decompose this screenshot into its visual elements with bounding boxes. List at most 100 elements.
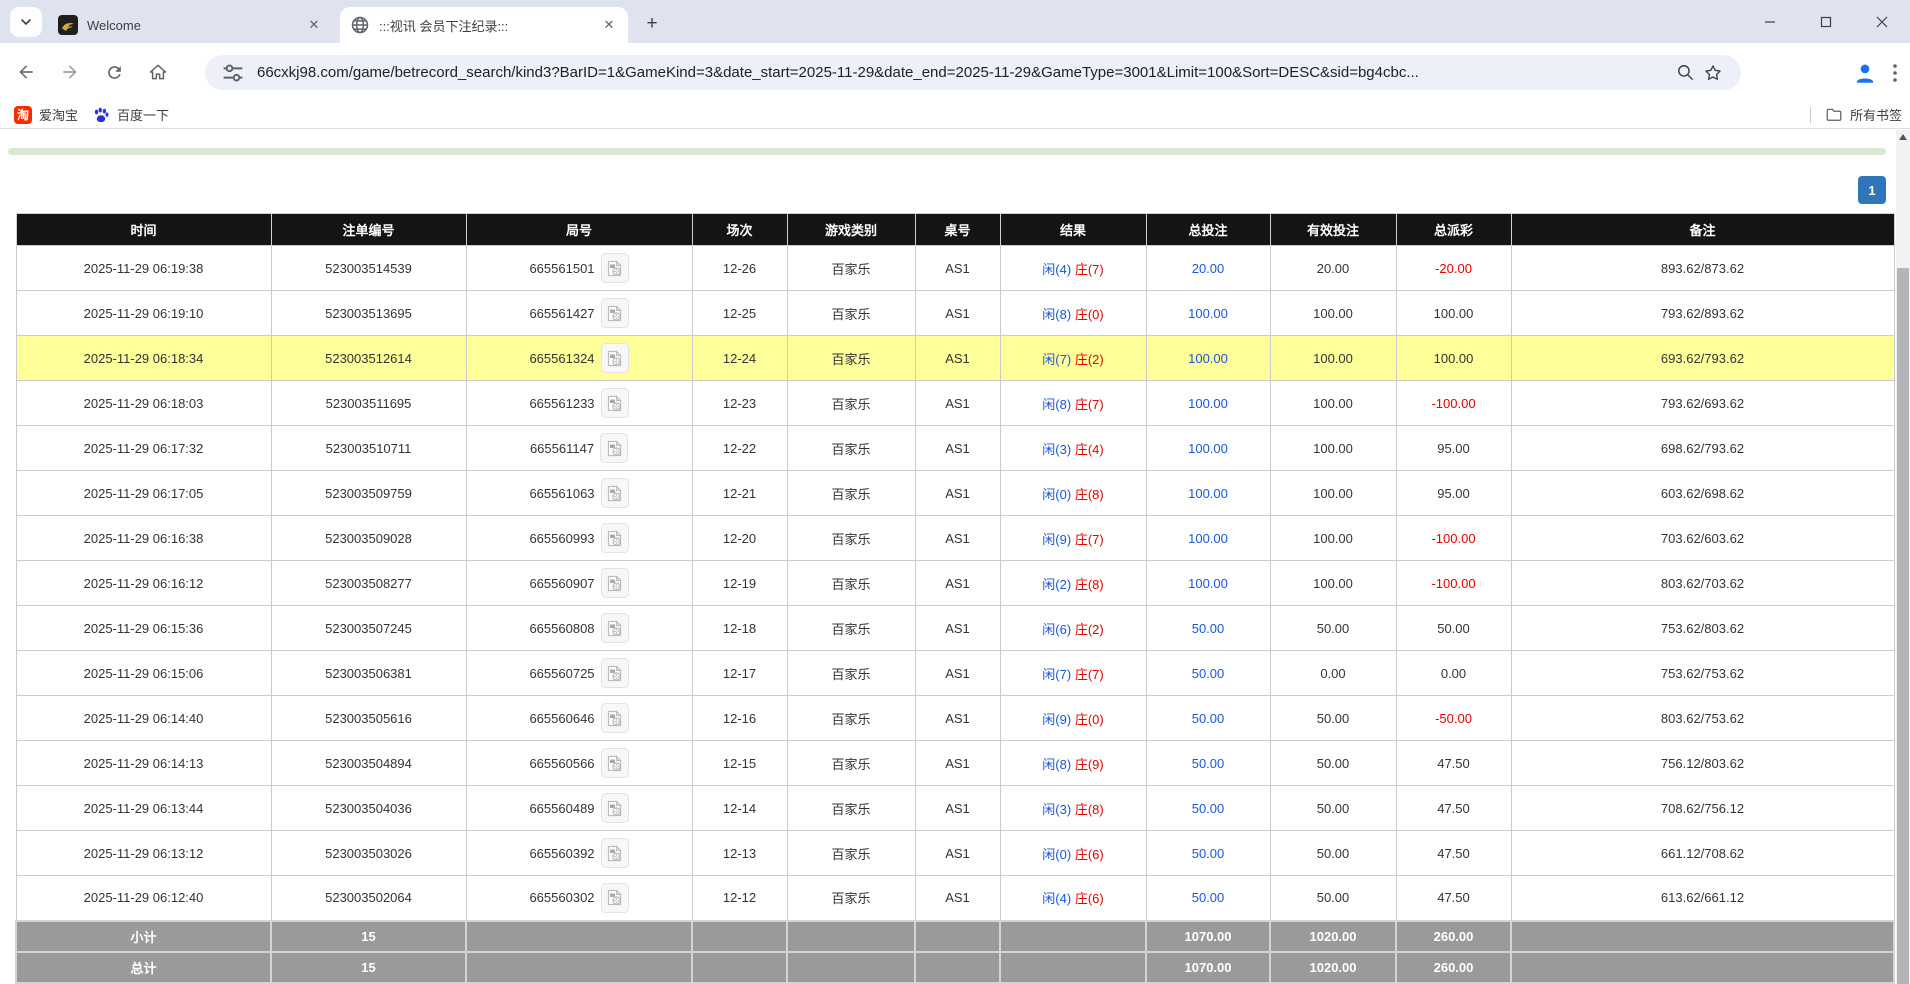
cell-game-type: 百家乐 — [787, 876, 915, 921]
table-row[interactable]: 2025-11-29 06:17:05523003509759665561063… — [16, 471, 1894, 516]
bookmark-baidu[interactable]: 百度一下 — [92, 105, 169, 124]
table-row[interactable]: 2025-11-29 06:15:36523003507245665560808… — [16, 606, 1894, 651]
result-player: 闲(7) — [1042, 667, 1071, 682]
tab-close-icon[interactable]: ✕ — [305, 16, 323, 34]
video-replay-button[interactable] — [601, 883, 629, 913]
table-row[interactable]: 2025-11-29 06:13:44523003504036665560489… — [16, 786, 1894, 831]
cell-time: 2025-11-29 06:16:12 — [16, 561, 271, 606]
video-replay-button[interactable] — [601, 253, 629, 283]
bookmark-star-icon[interactable] — [1699, 59, 1727, 87]
video-file-icon — [607, 665, 622, 682]
cell-total-bet: 50.00 — [1146, 741, 1270, 786]
cell-result: 闲(4) 庄(6) — [1000, 876, 1146, 921]
tab-search-button[interactable] — [10, 7, 42, 37]
cell-table-no: AS1 — [915, 786, 1000, 831]
video-replay-button[interactable] — [601, 523, 629, 553]
cell-session: 12-17 — [692, 651, 787, 696]
bookmark-taobao[interactable]: 淘 爱淘宝 — [14, 105, 78, 124]
new-tab-button[interactable]: + — [638, 10, 666, 38]
tab-welcome[interactable]: Welcome ✕ — [48, 7, 333, 43]
back-button[interactable] — [8, 54, 44, 90]
video-replay-button[interactable] — [601, 388, 629, 418]
video-replay-button[interactable] — [600, 433, 628, 463]
video-replay-button[interactable] — [601, 568, 629, 598]
table-row[interactable]: 2025-11-29 06:18:34523003512614665561324… — [16, 336, 1894, 381]
video-replay-button[interactable] — [601, 298, 629, 328]
video-replay-button[interactable] — [601, 658, 629, 688]
video-file-icon — [607, 710, 622, 727]
video-file-icon — [607, 350, 622, 367]
video-file-icon — [607, 755, 622, 772]
table-row[interactable]: 2025-11-29 06:12:40523003502064665560302… — [16, 876, 1894, 921]
browser-window: Welcome ✕ :::视讯 会员下注纪录::: ✕ + — [0, 0, 1910, 984]
cell-table-no: AS1 — [915, 426, 1000, 471]
profile-avatar[interactable] — [1848, 56, 1882, 90]
cell-table-no: AS1 — [915, 651, 1000, 696]
video-file-icon — [607, 260, 622, 277]
table-row[interactable]: 2025-11-29 06:18:03523003511695665561233… — [16, 381, 1894, 426]
video-replay-button[interactable] — [601, 793, 629, 823]
cell-note: 803.62/703.62 — [1511, 561, 1894, 606]
cell-time: 2025-11-29 06:18:34 — [16, 336, 271, 381]
video-file-icon — [607, 575, 622, 592]
summary-label: 小计 — [16, 921, 271, 952]
table-row[interactable]: 2025-11-29 06:17:32523003510711665561147… — [16, 426, 1894, 471]
result-banker: 庄(8) — [1075, 577, 1104, 592]
table-row[interactable]: 2025-11-29 06:19:38523003514539665561501… — [16, 246, 1894, 291]
video-file-icon — [607, 845, 622, 862]
vertical-scrollbar[interactable] — [1896, 130, 1910, 984]
table-row[interactable]: 2025-11-29 06:14:13523003504894665560566… — [16, 741, 1894, 786]
minimize-button[interactable] — [1742, 0, 1798, 43]
table-row[interactable]: 2025-11-29 06:15:06523003506381665560725… — [16, 651, 1894, 696]
cell-result: 闲(8) 庄(0) — [1000, 291, 1146, 336]
cell-session: 12-26 — [692, 246, 787, 291]
summary-count: 15 — [271, 921, 466, 952]
table-row[interactable]: 2025-11-29 06:16:12523003508277665560907… — [16, 561, 1894, 606]
scrollbar-thumb[interactable] — [1897, 268, 1909, 984]
cell-time: 2025-11-29 06:13:12 — [16, 831, 271, 876]
result-banker: 庄(7) — [1075, 667, 1104, 682]
cell-bet-id: 523003503026 — [271, 831, 466, 876]
bookmarks-bar: 淘 爱淘宝 百度一下 所有书签 — [0, 101, 1910, 129]
site-settings-icon[interactable] — [219, 59, 247, 87]
table-row[interactable]: 2025-11-29 06:19:10523003513695665561427… — [16, 291, 1894, 336]
back-arrow-icon — [16, 62, 36, 82]
all-bookmarks-button[interactable]: 所有书签 — [1825, 105, 1902, 124]
video-replay-button[interactable] — [601, 838, 629, 868]
cell-total-bet: 20.00 — [1146, 246, 1270, 291]
cell-session: 12-22 — [692, 426, 787, 471]
video-replay-button[interactable] — [601, 748, 629, 778]
cell-total-bet: 50.00 — [1146, 696, 1270, 741]
video-file-icon — [607, 440, 622, 457]
forward-button[interactable] — [52, 54, 88, 90]
window-controls — [1742, 0, 1910, 43]
maximize-button[interactable] — [1798, 0, 1854, 43]
zoom-page-icon[interactable] — [1671, 59, 1699, 87]
address-bar[interactable]: 66cxkj98.com/game/betrecord_search/kind3… — [205, 55, 1741, 90]
video-replay-button[interactable] — [601, 343, 629, 373]
cell-payout: 47.50 — [1396, 831, 1511, 876]
video-replay-button[interactable] — [601, 613, 629, 643]
close-window-button[interactable] — [1854, 0, 1910, 43]
table-row[interactable]: 2025-11-29 06:14:40523003505616665560646… — [16, 696, 1894, 741]
video-replay-button[interactable] — [601, 703, 629, 733]
browser-menu-button[interactable] — [1882, 56, 1908, 90]
refresh-button[interactable] — [96, 54, 132, 90]
home-button[interactable] — [140, 54, 176, 90]
round-number: 665561147 — [530, 441, 594, 456]
tab-bet-records[interactable]: :::视讯 会员下注纪录::: ✕ — [340, 7, 628, 43]
cell-time: 2025-11-29 06:15:36 — [16, 606, 271, 651]
scrollbar-up-arrow-icon[interactable] — [1899, 134, 1907, 140]
tab-close-icon[interactable]: ✕ — [600, 16, 618, 34]
video-replay-button[interactable] — [601, 478, 629, 508]
baidu-paw-icon — [92, 106, 110, 124]
cell-bet-id: 523003509028 — [271, 516, 466, 561]
bet-records-table: 时间注单编号局号场次游戏类别桌号结果总投注有效投注总派彩备注 2025-11-2… — [15, 213, 1895, 984]
cell-time: 2025-11-29 06:18:03 — [16, 381, 271, 426]
cell-payout: -100.00 — [1396, 516, 1511, 561]
cell-payout: -50.00 — [1396, 696, 1511, 741]
cell-game-type: 百家乐 — [787, 246, 915, 291]
pagination-page-1[interactable]: 1 — [1858, 176, 1886, 204]
table-row[interactable]: 2025-11-29 06:13:12523003503026665560392… — [16, 831, 1894, 876]
table-row[interactable]: 2025-11-29 06:16:38523003509028665560993… — [16, 516, 1894, 561]
